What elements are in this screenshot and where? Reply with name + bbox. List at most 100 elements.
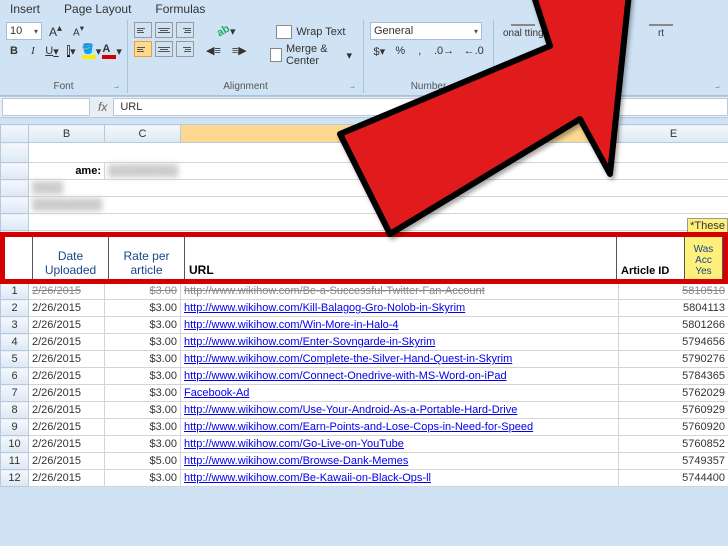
font-color-button[interactable]: A▾ bbox=[103, 42, 121, 60]
increase-font-button[interactable]: A▴ bbox=[45, 22, 66, 40]
font-size-combo[interactable]: 10 bbox=[6, 22, 42, 40]
align-top-right[interactable] bbox=[176, 22, 194, 38]
cell-article-id[interactable]: 5804113 bbox=[619, 300, 728, 317]
cell-rate[interactable]: $3.00 bbox=[105, 368, 181, 385]
cell-url[interactable]: http://www.wikihow.com/Be-Kawaii-on-Blac… bbox=[181, 470, 619, 487]
increase-indent-button[interactable]: ≡▶ bbox=[228, 41, 251, 59]
cell-url[interactable]: http://www.wikihow.com/Use-Your-Android-… bbox=[181, 402, 619, 419]
cell-rate[interactable]: $3.00 bbox=[105, 470, 181, 487]
number-format-combo[interactable]: General bbox=[370, 22, 482, 40]
cell-date[interactable]: 2/26/2015 bbox=[29, 300, 105, 317]
align-bottom-right[interactable] bbox=[176, 41, 194, 57]
cell-date[interactable]: 2/26/2015 bbox=[29, 453, 105, 470]
align-top-left[interactable] bbox=[134, 22, 152, 38]
row-header[interactable]: 5 bbox=[1, 351, 29, 368]
table-row[interactable]: 12/26/2015$3.00http://www.wikihow.com/Be… bbox=[1, 283, 728, 300]
cell-article-id[interactable]: 5810510 bbox=[619, 283, 728, 300]
cell-date[interactable]: 2/26/2015 bbox=[29, 283, 105, 300]
table-row[interactable]: 82/26/2015$3.00http://www.wikihow.com/Us… bbox=[1, 402, 728, 419]
orientation-button[interactable]: ab▾ bbox=[202, 22, 251, 40]
table-row[interactable]: 122/26/2015$3.00http://www.wikihow.com/B… bbox=[1, 470, 728, 487]
cell-url[interactable]: http://www.wikihow.com/Browse-Dank-Memes bbox=[181, 453, 619, 470]
table-row[interactable]: 102/26/2015$3.00http://www.wikihow.com/G… bbox=[1, 436, 728, 453]
decrease-decimal-button[interactable]: ←.0 bbox=[460, 42, 487, 60]
align-bottom-left[interactable] bbox=[134, 41, 152, 57]
cell-rate[interactable]: $3.00 bbox=[105, 436, 181, 453]
cell-article-id[interactable]: 5760852 bbox=[619, 436, 728, 453]
row-header[interactable]: 6 bbox=[1, 368, 29, 385]
underline-button[interactable]: U▾ bbox=[44, 42, 60, 60]
merge-center-button[interactable]: Merge & Center ▾ bbox=[265, 45, 357, 65]
cell-date[interactable]: 2/26/2015 bbox=[29, 419, 105, 436]
table-row[interactable]: 32/26/2015$3.00http://www.wikihow.com/Wi… bbox=[1, 317, 728, 334]
select-all-corner[interactable] bbox=[1, 125, 29, 143]
table-row[interactable]: 92/26/2015$3.00http://www.wikihow.com/Ea… bbox=[1, 419, 728, 436]
cell-article-id[interactable]: 5790276 bbox=[619, 351, 728, 368]
menu-page-layout[interactable]: Page Layout bbox=[64, 2, 131, 18]
menu-formulas[interactable]: Formulas bbox=[155, 2, 205, 18]
cell-article-id[interactable]: 5784365 bbox=[619, 368, 728, 385]
cell-url[interactable]: http://www.wikihow.com/Kill-Balagog-Gro-… bbox=[181, 300, 619, 317]
decrease-indent-button[interactable]: ◀≡ bbox=[202, 41, 225, 59]
align-top-center[interactable] bbox=[155, 22, 173, 38]
italic-button[interactable]: I bbox=[25, 42, 41, 60]
cell-article-id[interactable]: 5760920 bbox=[619, 419, 728, 436]
cell-url[interactable]: http://www.wikihow.com/Win-More-in-Halo-… bbox=[181, 317, 619, 334]
row-header[interactable]: 3 bbox=[1, 317, 29, 334]
row-header[interactable]: 2 bbox=[1, 300, 29, 317]
cell-rate[interactable]: $3.00 bbox=[105, 402, 181, 419]
row-header[interactable]: 10 bbox=[1, 436, 29, 453]
cell-date[interactable]: 2/26/2015 bbox=[29, 402, 105, 419]
cell-rate[interactable]: $3.00 bbox=[105, 283, 181, 300]
cell-date[interactable]: 2/26/2015 bbox=[29, 385, 105, 402]
cell-rate[interactable]: $3.00 bbox=[105, 317, 181, 334]
cell-date[interactable]: 2/26/2015 bbox=[29, 351, 105, 368]
table-row[interactable]: 42/26/2015$3.00http://www.wikihow.com/En… bbox=[1, 334, 728, 351]
percent-button[interactable]: % bbox=[392, 42, 409, 60]
col-header-b[interactable]: B bbox=[29, 125, 105, 143]
fx-icon[interactable]: fx bbox=[92, 100, 113, 114]
formula-input[interactable]: URL bbox=[113, 98, 728, 116]
col-header-e[interactable]: E bbox=[619, 125, 728, 143]
row-header[interactable]: 7 bbox=[1, 385, 29, 402]
col-header-d[interactable]: D bbox=[181, 125, 619, 143]
cell-url[interactable]: http://www.wikihow.com/Go-Live-on-YouTub… bbox=[181, 436, 619, 453]
cell-url[interactable]: http://www.wikihow.com/Complete-the-Silv… bbox=[181, 351, 619, 368]
cell-date[interactable]: 2/26/2015 bbox=[29, 317, 105, 334]
wrap-text-button[interactable]: Wrap Text bbox=[265, 22, 357, 42]
row-header[interactable]: 4 bbox=[1, 334, 29, 351]
cell-rate[interactable]: $3.00 bbox=[105, 334, 181, 351]
menu-insert[interactable]: Insert bbox=[10, 2, 40, 18]
name-box[interactable] bbox=[2, 98, 90, 116]
cell-date[interactable]: 2/26/2015 bbox=[29, 368, 105, 385]
cell-url[interactable]: http://www.wikihow.com/Earn-Points-and-L… bbox=[181, 419, 619, 436]
cell-article-id[interactable]: 5762029 bbox=[619, 385, 728, 402]
table-row[interactable]: 22/26/2015$3.00http://www.wikihow.com/Ki… bbox=[1, 300, 728, 317]
cell-article-id[interactable]: 5749357 bbox=[619, 453, 728, 470]
cell-rate[interactable]: $3.00 bbox=[105, 351, 181, 368]
row-header[interactable]: 12 bbox=[1, 470, 29, 487]
table-row[interactable]: 52/26/2015$3.00http://www.wikihow.com/Co… bbox=[1, 351, 728, 368]
cell-url[interactable]: http://www.wikihow.com/Enter-Sovngarde-i… bbox=[181, 334, 619, 351]
bold-button[interactable]: B bbox=[6, 42, 22, 60]
cell-article-id[interactable]: 5760929 bbox=[619, 402, 728, 419]
align-bottom-center[interactable] bbox=[155, 41, 173, 57]
cell-url[interactable]: http://www.wikihow.com/Be-a-Successful-T… bbox=[181, 283, 619, 300]
row-header[interactable]: 1 bbox=[1, 283, 29, 300]
fill-color-button[interactable]: 🪣▾ bbox=[83, 42, 101, 60]
format-as-table-button[interactable]: For as bbox=[549, 22, 583, 40]
conditional-formatting-button[interactable]: onal tting bbox=[500, 22, 547, 40]
cell-rate[interactable]: $3.00 bbox=[105, 300, 181, 317]
cell-date[interactable]: 2/26/2015 bbox=[29, 470, 105, 487]
grid[interactable]: B C D E ame:█████████ ████ █████████ 12/… bbox=[0, 124, 728, 487]
cell-rate[interactable]: $5.00 bbox=[105, 453, 181, 470]
cell-article-id[interactable]: 5794656 bbox=[619, 334, 728, 351]
border-button[interactable]: ▾ bbox=[63, 42, 80, 60]
cell-url[interactable]: Facebook-Ad bbox=[181, 385, 619, 402]
cell-article-id[interactable]: 5801266 bbox=[619, 317, 728, 334]
table-row[interactable]: 112/26/2015$5.00http://www.wikihow.com/B… bbox=[1, 453, 728, 470]
row-header[interactable]: 11 bbox=[1, 453, 29, 470]
cell-rate[interactable]: $3.00 bbox=[105, 419, 181, 436]
decrease-font-button[interactable]: A▾ bbox=[69, 22, 88, 40]
table-row[interactable]: 62/26/2015$3.00http://www.wikihow.com/Co… bbox=[1, 368, 728, 385]
